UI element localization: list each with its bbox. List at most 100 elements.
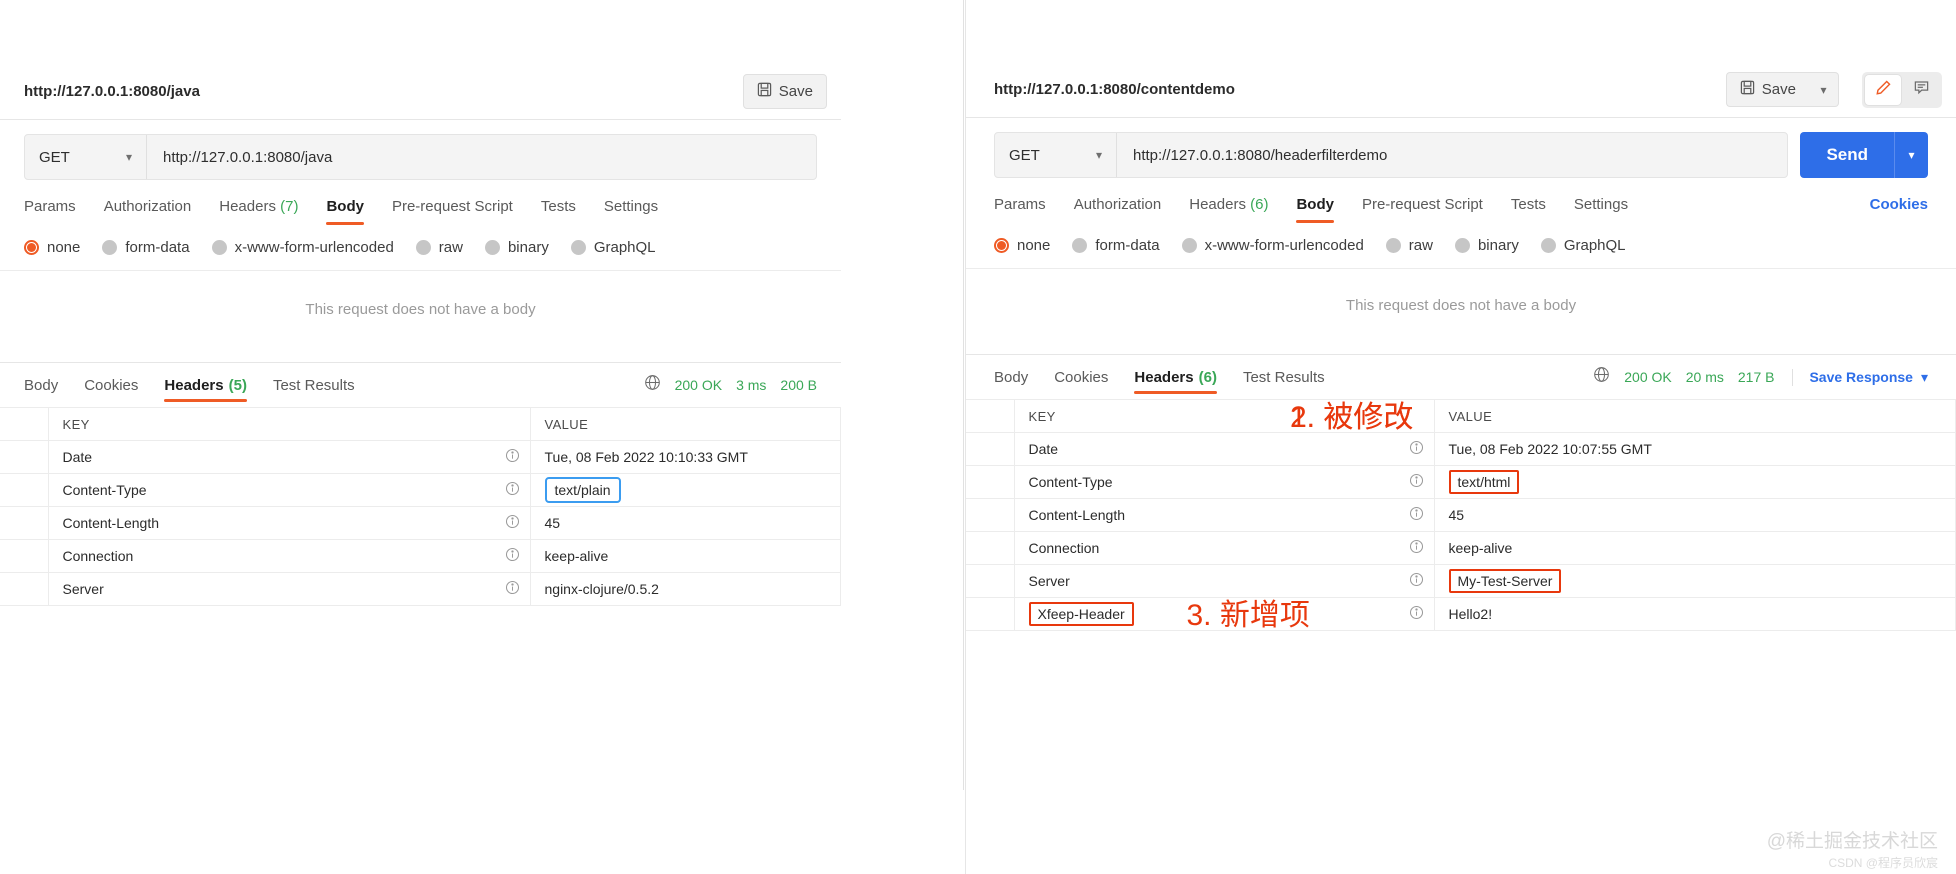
left-resptab-headers-label: Headers — [164, 377, 223, 394]
left-bodytype-binary[interactable]: binary — [485, 239, 549, 256]
comment-icon — [1913, 79, 1930, 101]
table-row[interactable]: Content-Type text/plain — [0, 474, 841, 507]
right-header-key: Content-Type — [1014, 466, 1434, 499]
right-header-value: text/html 1. 被修改 — [1434, 466, 1956, 499]
table-row[interactable]: Content-Length 45 — [0, 507, 841, 540]
comment-button[interactable] — [1903, 75, 1939, 105]
right-reqtab-authorization[interactable]: Authorization — [1074, 196, 1162, 223]
left-bodytype-none[interactable]: none — [24, 239, 80, 256]
save-disk-icon — [1740, 80, 1755, 99]
right-body-type-radios: none form-data x-www-form-urlencoded raw… — [994, 237, 1928, 254]
right-reqtab-body[interactable]: Body — [1296, 196, 1334, 223]
right-bodytype-none[interactable]: none — [994, 237, 1050, 254]
radio-icon — [416, 240, 431, 255]
left-request-tab-name[interactable]: http://127.0.0.1:8080/java — [24, 83, 200, 100]
table-row[interactable]: Xfeep-Header 3. 新增项 Hello2! — [966, 598, 1956, 631]
table-header-row: KEY VALUE — [0, 408, 841, 441]
right-reqtab-prerequest-script[interactable]: Pre-request Script — [1362, 196, 1483, 223]
right-resptab-body[interactable]: Body — [994, 355, 1028, 399]
left-resptab-body[interactable]: Body — [24, 363, 58, 407]
left-reqtab-authorization[interactable]: Authorization — [104, 198, 192, 225]
info-icon[interactable] — [1409, 605, 1424, 623]
left-resptab-headers[interactable]: Headers (5) — [164, 363, 247, 407]
right-xfeep-header-highlight: Xfeep-Header — [1029, 602, 1134, 626]
left-resptab-cookies[interactable]: Cookies — [84, 363, 138, 407]
right-reqtab-settings[interactable]: Settings — [1574, 196, 1628, 223]
right-url-input[interactable] — [1117, 133, 1787, 177]
info-icon[interactable] — [1409, 539, 1424, 557]
info-icon[interactable] — [505, 547, 520, 565]
right-resptab-cookies[interactable]: Cookies — [1054, 355, 1108, 399]
info-icon[interactable] — [1409, 506, 1424, 524]
left-url-input[interactable] — [147, 135, 816, 179]
left-resptab-body-label: Body — [24, 377, 58, 394]
info-icon[interactable] — [1409, 572, 1424, 590]
send-dropdown-button[interactable]: ▾ — [1894, 132, 1928, 178]
table-row[interactable]: Content-Length 45 — [966, 499, 1956, 532]
table-row[interactable]: Connection keep-alive — [966, 532, 1956, 565]
info-icon[interactable] — [1409, 473, 1424, 491]
table-row[interactable]: Server nginx-clojure/0.5.2 — [0, 573, 841, 606]
info-icon[interactable] — [1409, 440, 1424, 458]
right-method-select[interactable]: GET ▾ — [995, 133, 1117, 177]
left-bodytype-graphql-label: GraphQL — [594, 239, 656, 256]
left-bodytype-urlencoded[interactable]: x-www-form-urlencoded — [212, 239, 394, 256]
right-resptab-body-label: Body — [994, 369, 1028, 386]
right-gutter-header — [966, 400, 1014, 433]
right-response-tabs: Body Cookies Headers (6) Test Results — [994, 355, 1928, 399]
send-button[interactable]: Send — [1800, 132, 1894, 178]
right-bodytype-graphql[interactable]: GraphQL — [1541, 237, 1626, 254]
left-bodytype-graphql[interactable]: GraphQL — [571, 239, 656, 256]
right-bodytype-form-data[interactable]: form-data — [1072, 237, 1159, 254]
left-reqtab-headers[interactable]: Headers (7) — [219, 198, 298, 225]
info-icon[interactable] — [505, 481, 520, 499]
table-header-row: KEY VALUE — [966, 400, 1956, 433]
left-method-select[interactable]: GET ▾ — [25, 135, 147, 179]
info-icon[interactable] — [505, 514, 520, 532]
left-header-value: 45 — [530, 507, 841, 540]
info-icon[interactable] — [505, 580, 520, 598]
left-reqtab-params[interactable]: Params — [24, 198, 76, 225]
left-header-key: Content-Type — [48, 474, 530, 507]
left-resptab-test-results[interactable]: Test Results — [273, 363, 355, 407]
table-row[interactable]: Server My-Test-Server 2. 被修改 — [966, 565, 1956, 598]
chevron-down-icon: ▾ — [1820, 83, 1826, 97]
right-bodytype-binary[interactable]: binary — [1455, 237, 1519, 254]
table-row[interactable]: Content-Type text/html 1. 被修改 — [966, 466, 1956, 499]
table-row[interactable]: Connection keep-alive — [0, 540, 841, 573]
right-request-tab-name[interactable]: http://127.0.0.1:8080/contentdemo — [994, 81, 1235, 98]
info-icon[interactable] — [505, 448, 520, 466]
left-bodytype-raw-label: raw — [439, 239, 463, 256]
right-bodytype-raw[interactable]: raw — [1386, 237, 1433, 254]
right-bodytype-urlencoded[interactable]: x-www-form-urlencoded — [1182, 237, 1364, 254]
left-body-type-radios: none form-data x-www-form-urlencoded raw… — [24, 239, 817, 256]
left-headers-table: KEY VALUE Date Tue, 08 Feb 2022 10:10:33… — [0, 407, 841, 606]
right-save-dropdown-button[interactable]: ▾ — [1809, 72, 1839, 107]
save-response-button[interactable]: Save Response ▾ — [1792, 369, 1928, 386]
left-reqtab-settings[interactable]: Settings — [604, 198, 658, 225]
cookies-link[interactable]: Cookies — [1870, 196, 1928, 223]
left-reqtab-headers-count: (7) — [280, 198, 298, 215]
table-row[interactable]: Date Tue, 08 Feb 2022 10:10:33 GMT — [0, 441, 841, 474]
table-row[interactable]: Date Tue, 08 Feb 2022 10:07:55 GMT — [966, 433, 1956, 466]
chevron-down-icon: ▾ — [1096, 148, 1102, 162]
right-save-button[interactable]: Save — [1726, 72, 1809, 107]
left-save-button[interactable]: Save — [743, 74, 827, 109]
right-url-row: GET ▾ Send ▾ — [994, 118, 1928, 178]
right-reqtab-headers[interactable]: Headers (6) — [1189, 196, 1268, 223]
right-header-key: Server — [1014, 565, 1434, 598]
left-reqtab-tests[interactable]: Tests — [541, 198, 576, 225]
right-reqtab-tests[interactable]: Tests — [1511, 196, 1546, 223]
left-bodytype-form-data[interactable]: form-data — [102, 239, 189, 256]
right-reqtab-headers-label: Headers — [1189, 196, 1246, 213]
right-reqtab-params[interactable]: Params — [994, 196, 1046, 223]
right-resptab-test-results[interactable]: Test Results — [1243, 355, 1325, 399]
radio-icon — [1541, 238, 1556, 253]
left-empty-body-message: This request does not have a body — [0, 271, 841, 362]
left-reqtab-prerequest-script[interactable]: Pre-request Script — [392, 198, 513, 225]
left-bodytype-raw[interactable]: raw — [416, 239, 463, 256]
left-reqtab-body[interactable]: Body — [326, 198, 364, 225]
right-resptab-headers[interactable]: Headers (6) — [1134, 355, 1217, 399]
edit-mode-button[interactable] — [1865, 75, 1901, 105]
right-key-column-header: KEY — [1014, 400, 1434, 433]
